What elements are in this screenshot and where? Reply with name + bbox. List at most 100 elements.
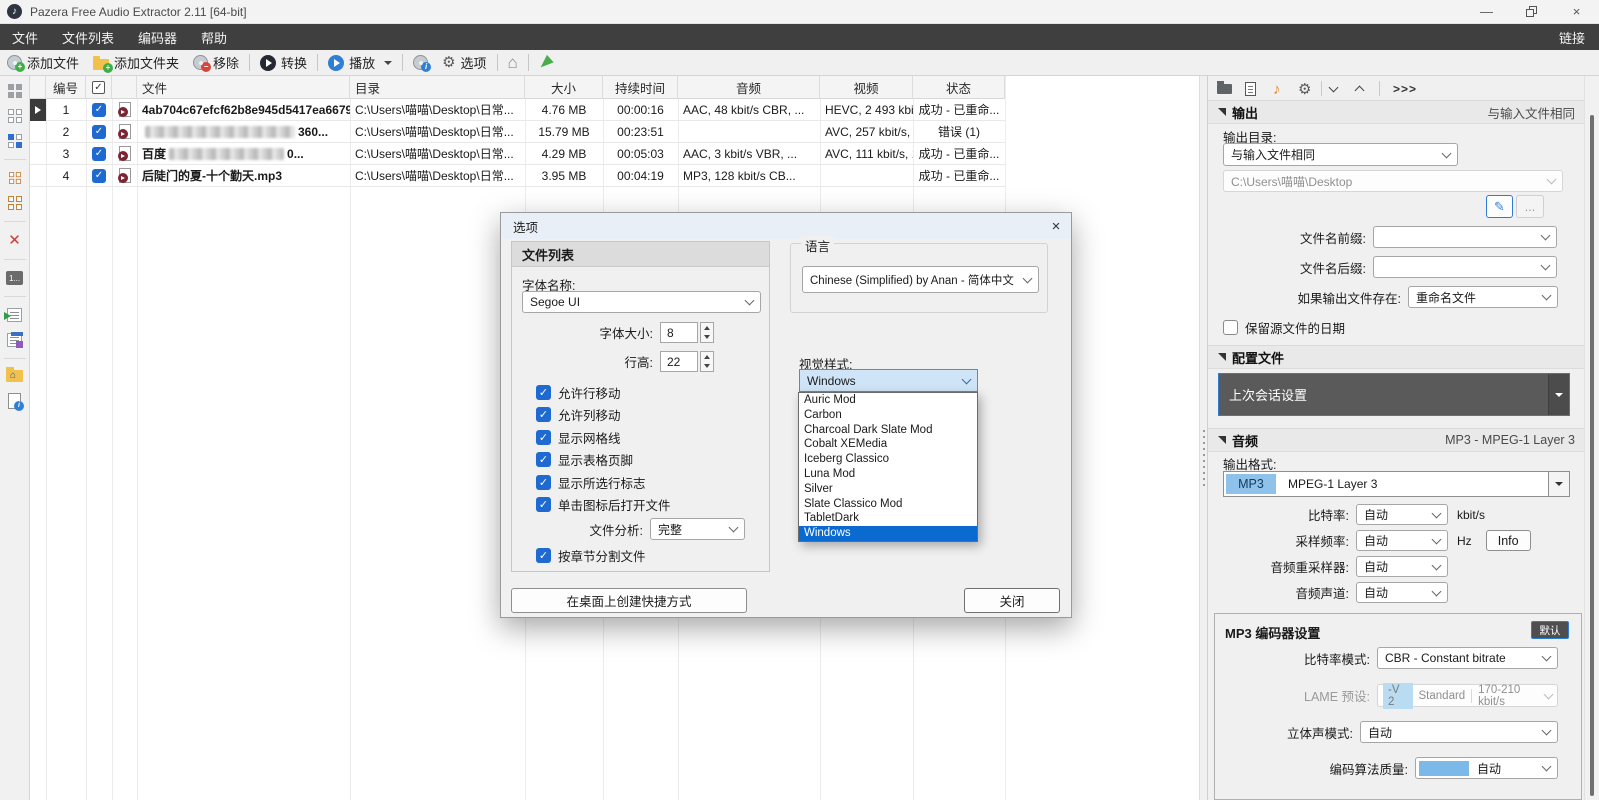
allow-col-move-checkbox[interactable]: ✓允许列移动 [536,405,621,424]
select-all-checkbox[interactable]: ✓ [92,81,105,94]
split-by-chapters-checkbox[interactable]: ✓按章节分割文件 [536,546,646,565]
show-footer-checkbox[interactable]: ✓显示表格页脚 [536,450,633,469]
gear-icon[interactable]: ⚙ [1298,79,1311,99]
row-checkbox-cell[interactable]: ✓ [86,121,112,143]
visual-style-option[interactable]: TabletDark [799,511,977,526]
allow-row-move-checkbox[interactable]: ✓允许行移动 [536,383,621,402]
table-row[interactable]: 2 ✓ 360... C:\Users\喵喵\Desktop\日常... 15.… [30,121,1005,143]
edit-path-button[interactable]: ✎ [1486,195,1513,218]
document-icon[interactable] [1245,79,1256,99]
clear-selection-grid-icon[interactable] [8,84,22,98]
column-header-file[interactable]: 文件 [137,76,350,99]
empty-selection-grid-icon[interactable] [8,109,22,123]
table-row[interactable]: 1 ✓ 4ab704c67efcf62b8e945d5417ea6679.mp4… [30,99,1005,121]
visual-style-option-selected[interactable]: Windows [799,526,977,541]
prefix-input[interactable] [1373,226,1557,248]
column-header-check[interactable]: ✓ [86,76,112,99]
play-dropdown-caret[interactable] [384,61,392,65]
visual-style-select[interactable]: Windows [799,369,978,392]
audio-section-header[interactable]: 音频 MP3 - MPEG-1 Layer 3 [1208,428,1584,452]
row-file-icon-cell[interactable] [112,143,137,165]
renumber-icon[interactable]: 1... [6,271,23,285]
options-button[interactable]: ⚙ 选项 [435,50,493,76]
add-folder-button[interactable]: + 添加文件夹 [86,50,186,76]
row-file-icon-cell[interactable] [112,99,137,121]
save-list-icon[interactable] [7,333,22,347]
row-file-icon-cell[interactable] [112,165,137,187]
visual-style-option[interactable]: Slate Classico Mod [799,497,977,512]
export-list-icon[interactable] [7,308,22,322]
menu-links[interactable]: 链接 [1545,24,1599,50]
file-properties-icon[interactable]: i [8,393,21,409]
language-select[interactable]: Chinese (Simplified) by Anan - 简体中文 [802,266,1039,293]
orange-tiles-icon[interactable] [8,196,22,210]
row-checkbox-cell[interactable]: ✓ [86,99,112,121]
close-button[interactable]: × [1554,0,1599,24]
folder-icon[interactable] [1217,79,1232,99]
suffix-input[interactable] [1373,256,1557,278]
sidebar-scrollbar[interactable] [1584,76,1599,800]
column-header-video[interactable]: 视频 [820,76,913,99]
more-panels-icon[interactable]: >>> [1393,79,1417,99]
visual-style-option[interactable]: Luna Mod [799,467,977,482]
profile-dropdown-button[interactable] [1548,374,1569,415]
row-height-input[interactable]: 22 [660,351,698,372]
column-header-status[interactable]: 状态 [913,76,1005,99]
open-source-folder-icon[interactable]: ⌂ [6,370,23,382]
menu-file-list[interactable]: 文件列表 [50,24,126,50]
visual-style-option[interactable]: Auric Mod [799,393,977,408]
row-checkbox-cell[interactable]: ✓ [86,165,112,187]
row-checkbox[interactable]: ✓ [92,147,106,161]
row-height-stepper[interactable] [700,351,714,372]
table-row[interactable]: 4 ✓ 后陡门的夏-十个勤天.mp3 C:\Users\喵喵\Desktop\日… [30,165,1005,187]
keep-date-checkbox-row[interactable]: ✓ 保留源文件的日期 [1223,318,1345,337]
play-button[interactable]: 播放 [321,50,399,76]
info-button[interactable]: Info [1486,530,1531,551]
minimize-button[interactable]: — [1464,0,1509,24]
output-format-select[interactable]: MP3 MPEG-1 Layer 3 [1223,471,1570,497]
menu-help[interactable]: 帮助 [189,24,239,50]
default-button[interactable]: 默认 [1531,621,1569,639]
media-info-button[interactable]: i [406,50,435,76]
keep-date-checkbox[interactable]: ✓ [1223,320,1238,335]
visual-style-option[interactable]: Carbon [799,408,977,423]
profile-section-header[interactable]: 配置文件 [1208,345,1584,369]
home-button[interactable]: ⌂ [501,50,525,76]
convert-button[interactable]: 转换 [253,50,314,76]
row-checkbox[interactable]: ✓ [92,169,106,183]
panel-splitter[interactable] [1199,76,1207,800]
output-dir-mode-select[interactable]: 与输入文件相同 [1223,143,1458,166]
remove-button[interactable]: − 移除 [186,50,246,76]
visual-style-option[interactable]: Cobalt XEMedia [799,437,977,452]
sample-rate-select[interactable]: 自动 [1356,530,1448,551]
expand-icon[interactable] [1356,79,1363,99]
music-note-icon[interactable]: ♪ [1273,79,1281,99]
dialog-close-button[interactable]: 关闭 [964,588,1060,613]
format-dropdown-button[interactable] [1548,472,1569,496]
row-file-icon-cell[interactable] [112,121,137,143]
dialog-close-icon[interactable]: × [1041,213,1071,239]
font-size-stepper[interactable] [700,322,714,343]
exists-select[interactable]: 重命名文件 [1408,286,1558,308]
output-section-header[interactable]: 输出 与输入文件相同 [1208,100,1584,124]
file-analysis-select[interactable]: 完整 [650,518,745,540]
restore-button[interactable] [1509,0,1554,24]
visual-style-option[interactable]: Charcoal Dark Slate Mod [799,423,977,438]
remove-all-icon[interactable]: ✕ [8,233,21,248]
invert-selection-grid-icon[interactable] [8,134,22,148]
profile-select[interactable]: 上次会话设置 [1218,373,1570,416]
stereo-mode-select[interactable]: 自动 [1360,721,1558,743]
open-on-icon-click-checkbox[interactable]: ✓单击图标后打开文件 [536,495,671,514]
visual-style-option[interactable]: Iceberg Classico [799,452,977,467]
show-gridlines-checkbox[interactable]: ✓显示网格线 [536,428,621,447]
row-checkbox-cell[interactable]: ✓ [86,143,112,165]
menu-encoder[interactable]: 编码器 [126,24,189,50]
font-size-input[interactable]: 8 [660,322,698,343]
resampler-select[interactable]: 自动 [1356,556,1448,577]
add-file-button[interactable]: + 添加文件 [0,50,86,76]
quality-select[interactable]: 自动 [1415,757,1558,779]
column-header-duration[interactable]: 持续时间 [603,76,678,99]
font-name-select[interactable]: Segoe UI [522,291,761,313]
row-checkbox[interactable]: ✓ [92,125,106,139]
column-header-size[interactable]: 大小 [525,76,603,99]
